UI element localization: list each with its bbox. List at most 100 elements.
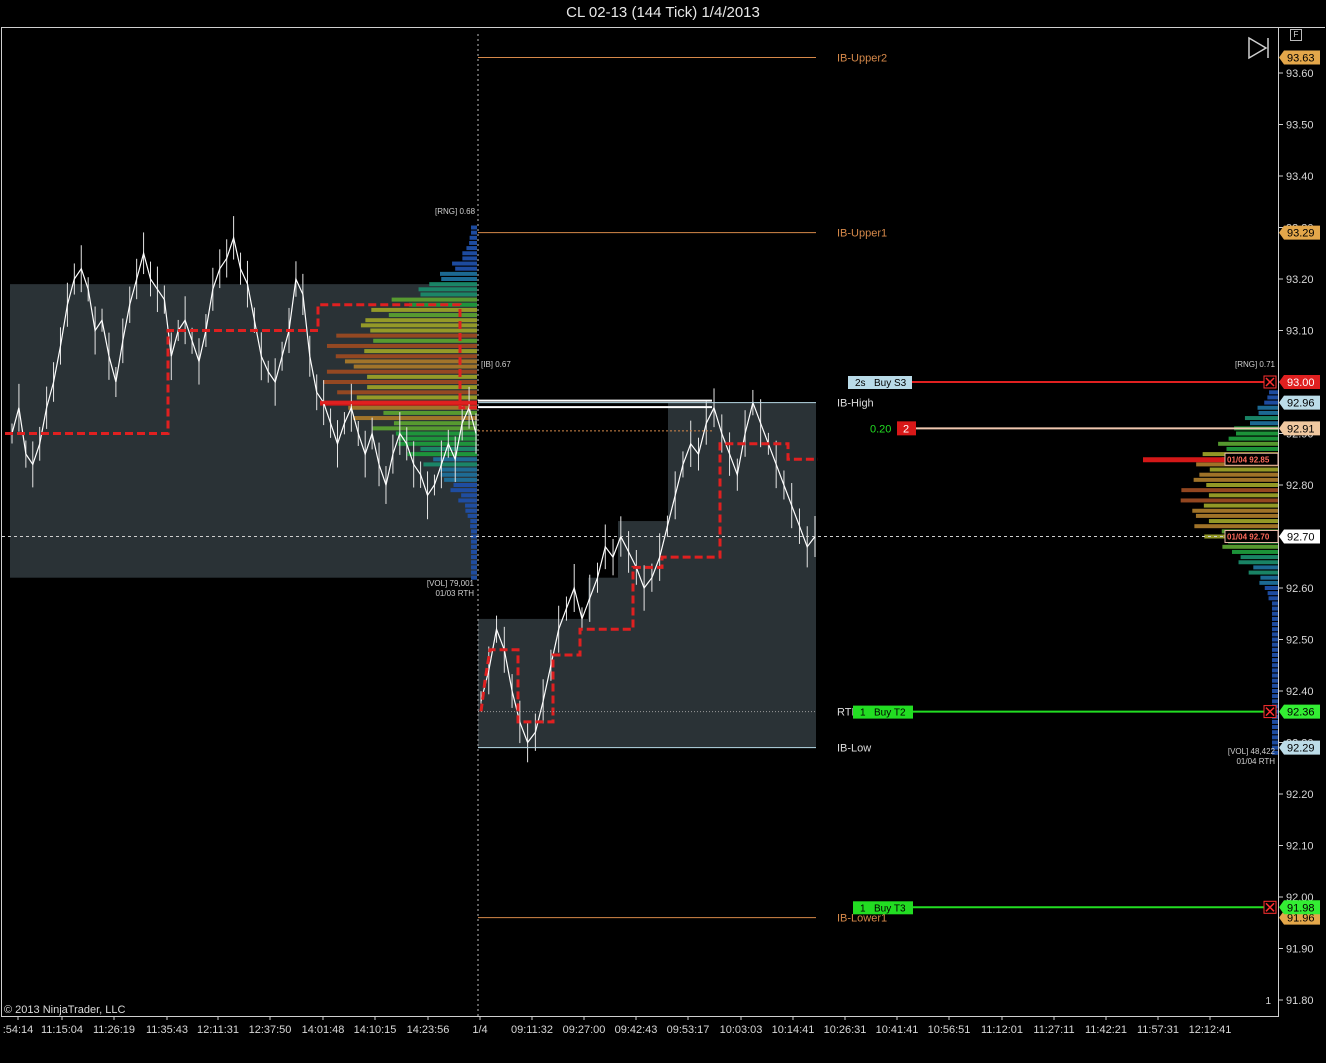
level-label-ib-upper1: IB-Upper1 xyxy=(837,228,887,240)
x-tick-label: 11:12:01 xyxy=(981,1024,1023,1036)
x-tick-label: 1/4 xyxy=(472,1024,487,1036)
prev-volume-profile-bar xyxy=(455,266,477,271)
curr-volume-profile-bar xyxy=(1240,555,1278,560)
order-buy-s3-label: Buy S3 xyxy=(874,378,907,389)
order-buy-t3-label: Buy T3 xyxy=(874,903,906,914)
prev-vol-label: [VOL] 79,001 xyxy=(427,579,475,588)
order-buy-t2-badge[interactable]: 1 Buy T2 xyxy=(853,705,913,719)
curr-volume-profile-bar xyxy=(1181,488,1278,493)
prev-volume-profile-bar xyxy=(395,431,477,436)
x-tick-label: 14:23:56 xyxy=(407,1024,450,1036)
prev-volume-profile-bar xyxy=(467,513,477,518)
scroll-to-end-icon[interactable] xyxy=(1248,36,1269,60)
curr-volume-profile-bar xyxy=(1272,658,1278,663)
curr-volume-profile-bar xyxy=(1272,735,1278,740)
y-tick-label: 92.10 xyxy=(1286,841,1314,853)
curr-volume-profile-bar xyxy=(1272,652,1278,657)
curr-volume-profile-bar xyxy=(1193,477,1278,482)
cancel-order-icon[interactable] xyxy=(1263,705,1277,719)
prev-volume-profile-bar xyxy=(353,416,477,421)
prev-volume-profile-bar xyxy=(469,240,477,245)
prev-volume-profile-bar xyxy=(461,493,477,498)
x-tick-label: 10:56:51 xyxy=(928,1024,971,1036)
cancel-order-icon[interactable] xyxy=(1263,900,1277,914)
x-tick-label: 12:12:41 xyxy=(1189,1024,1232,1036)
x-tick-label: 12:11:31 xyxy=(197,1024,239,1036)
y-tick-label: 93.50 xyxy=(1286,120,1314,132)
poc-price-label: 01/04 92.85 xyxy=(1227,455,1270,464)
curr-volume-profile-bar xyxy=(1272,606,1278,611)
curr-volume-profile-bar xyxy=(1226,446,1278,451)
axis-tag-position: 92.91 xyxy=(1287,423,1315,435)
prev-volume-profile-bar xyxy=(335,354,477,359)
x-tick-label: 10:41:41 xyxy=(876,1024,919,1036)
last-price-label: 01/04 92.70 xyxy=(1227,533,1270,542)
prev-volume-profile-bar xyxy=(444,477,477,482)
curr-volume-profile-bar xyxy=(1272,689,1278,693)
axis-tag-target3: 91.98 xyxy=(1287,902,1315,914)
position-qty: 2 xyxy=(903,423,909,435)
curr-volume-profile-bar xyxy=(1272,647,1278,652)
prev-volume-profile-bar xyxy=(471,539,477,544)
cancel-order-icon[interactable] xyxy=(1263,375,1277,389)
x-tick-label: 11:26:19 xyxy=(93,1024,135,1036)
prev-volume-profile-bar xyxy=(465,503,477,508)
curr-volume-profile-bar xyxy=(1272,632,1278,637)
prev-volume-profile-bar xyxy=(471,560,477,565)
copyright-notice: © 2013 NinjaTrader, LLC xyxy=(4,1004,126,1016)
order-buy-t2-qty: 1 xyxy=(860,708,866,719)
prev-ib-label: [IB] 0.67 xyxy=(481,360,511,369)
y-tick-label: 93.40 xyxy=(1286,171,1314,183)
axis-tag-ib-low: 92.29 xyxy=(1287,743,1315,755)
curr-volume-profile-bar xyxy=(1272,668,1278,673)
prev-volume-profile-bar xyxy=(429,282,477,287)
prev-volume-profile-bar xyxy=(370,328,477,333)
x-tick-label: 10:14:41 xyxy=(772,1024,815,1036)
prev-volume-profile-bar xyxy=(423,462,477,467)
curr-volume-profile-bar xyxy=(1267,591,1278,596)
bottom-marker: 1 xyxy=(1265,996,1271,1007)
curr-volume-profile-bar xyxy=(1272,642,1278,647)
prev-volume-profile-bar xyxy=(440,472,477,477)
prev-session-label: 01/03 RTH xyxy=(435,589,474,598)
prev-volume-profile-bar xyxy=(393,421,477,426)
curr-volume-profile-bar xyxy=(1272,699,1278,704)
prev-volume-profile-bar xyxy=(326,343,477,348)
curr-volume-profile-bar xyxy=(1264,400,1278,405)
level-label-ib-lower1: IB-Lower1 xyxy=(837,913,887,925)
prev-volume-profile-bar xyxy=(348,405,477,410)
prev-volume-profile-bar xyxy=(470,524,477,529)
box-cutout xyxy=(478,402,588,619)
order-buy-t2-label: Buy T2 xyxy=(874,708,906,719)
curr-volume-profile-bar xyxy=(1206,483,1278,487)
curr-volume-profile-bar xyxy=(1260,575,1278,580)
axis-tag-ib-high: 92.96 xyxy=(1287,398,1315,410)
axis-tag-target2: 92.36 xyxy=(1287,707,1315,719)
axis-tag-ib-upper2: 93.63 xyxy=(1287,53,1315,65)
x-tick-label: 10:03:03 xyxy=(720,1024,763,1036)
prev-range-label: [RNG] 0.68 xyxy=(435,207,476,216)
curr-volume-profile-bar xyxy=(1195,513,1278,518)
curr-volume-profile-bar xyxy=(1272,637,1278,642)
prev-volume-profile-bar xyxy=(353,364,477,369)
order-buy-s3-badge[interactable]: 2s Buy S3 xyxy=(848,376,912,389)
prev-volume-profile-bar xyxy=(471,529,477,534)
curr-volume-profile-bar xyxy=(1192,508,1278,513)
x-tick-label: 09:11:32 xyxy=(511,1024,553,1036)
order-buy-t3-badge[interactable]: 1 Buy T3 xyxy=(853,901,913,915)
prev-volume-profile-bar xyxy=(466,246,477,251)
level-label-ib-low: IB-Low xyxy=(837,743,871,755)
x-tick-label: 14:01:48 xyxy=(302,1024,345,1036)
prev-volume-profile-bar xyxy=(388,313,477,318)
prev-volume-profile-bar xyxy=(462,256,477,261)
axis-tag-ib-lower1: 91.96 xyxy=(1287,913,1315,925)
prev-volume-profile-bar xyxy=(471,570,477,575)
curr-volume-profile-bar xyxy=(1208,519,1278,524)
chart-canvas: 93.6093.5093.4093.3093.2093.1093.0092.90… xyxy=(2,34,1320,1036)
prev-volume-profile-bar xyxy=(344,359,477,364)
y-tick-label: 91.80 xyxy=(1286,995,1314,1007)
level-label-ib-upper2: IB-Upper2 xyxy=(837,53,887,65)
prev-volume-profile-bar xyxy=(452,261,477,266)
curr-volume-profile-bar xyxy=(1272,611,1278,616)
curr-volume-profile-bar xyxy=(1249,421,1278,426)
